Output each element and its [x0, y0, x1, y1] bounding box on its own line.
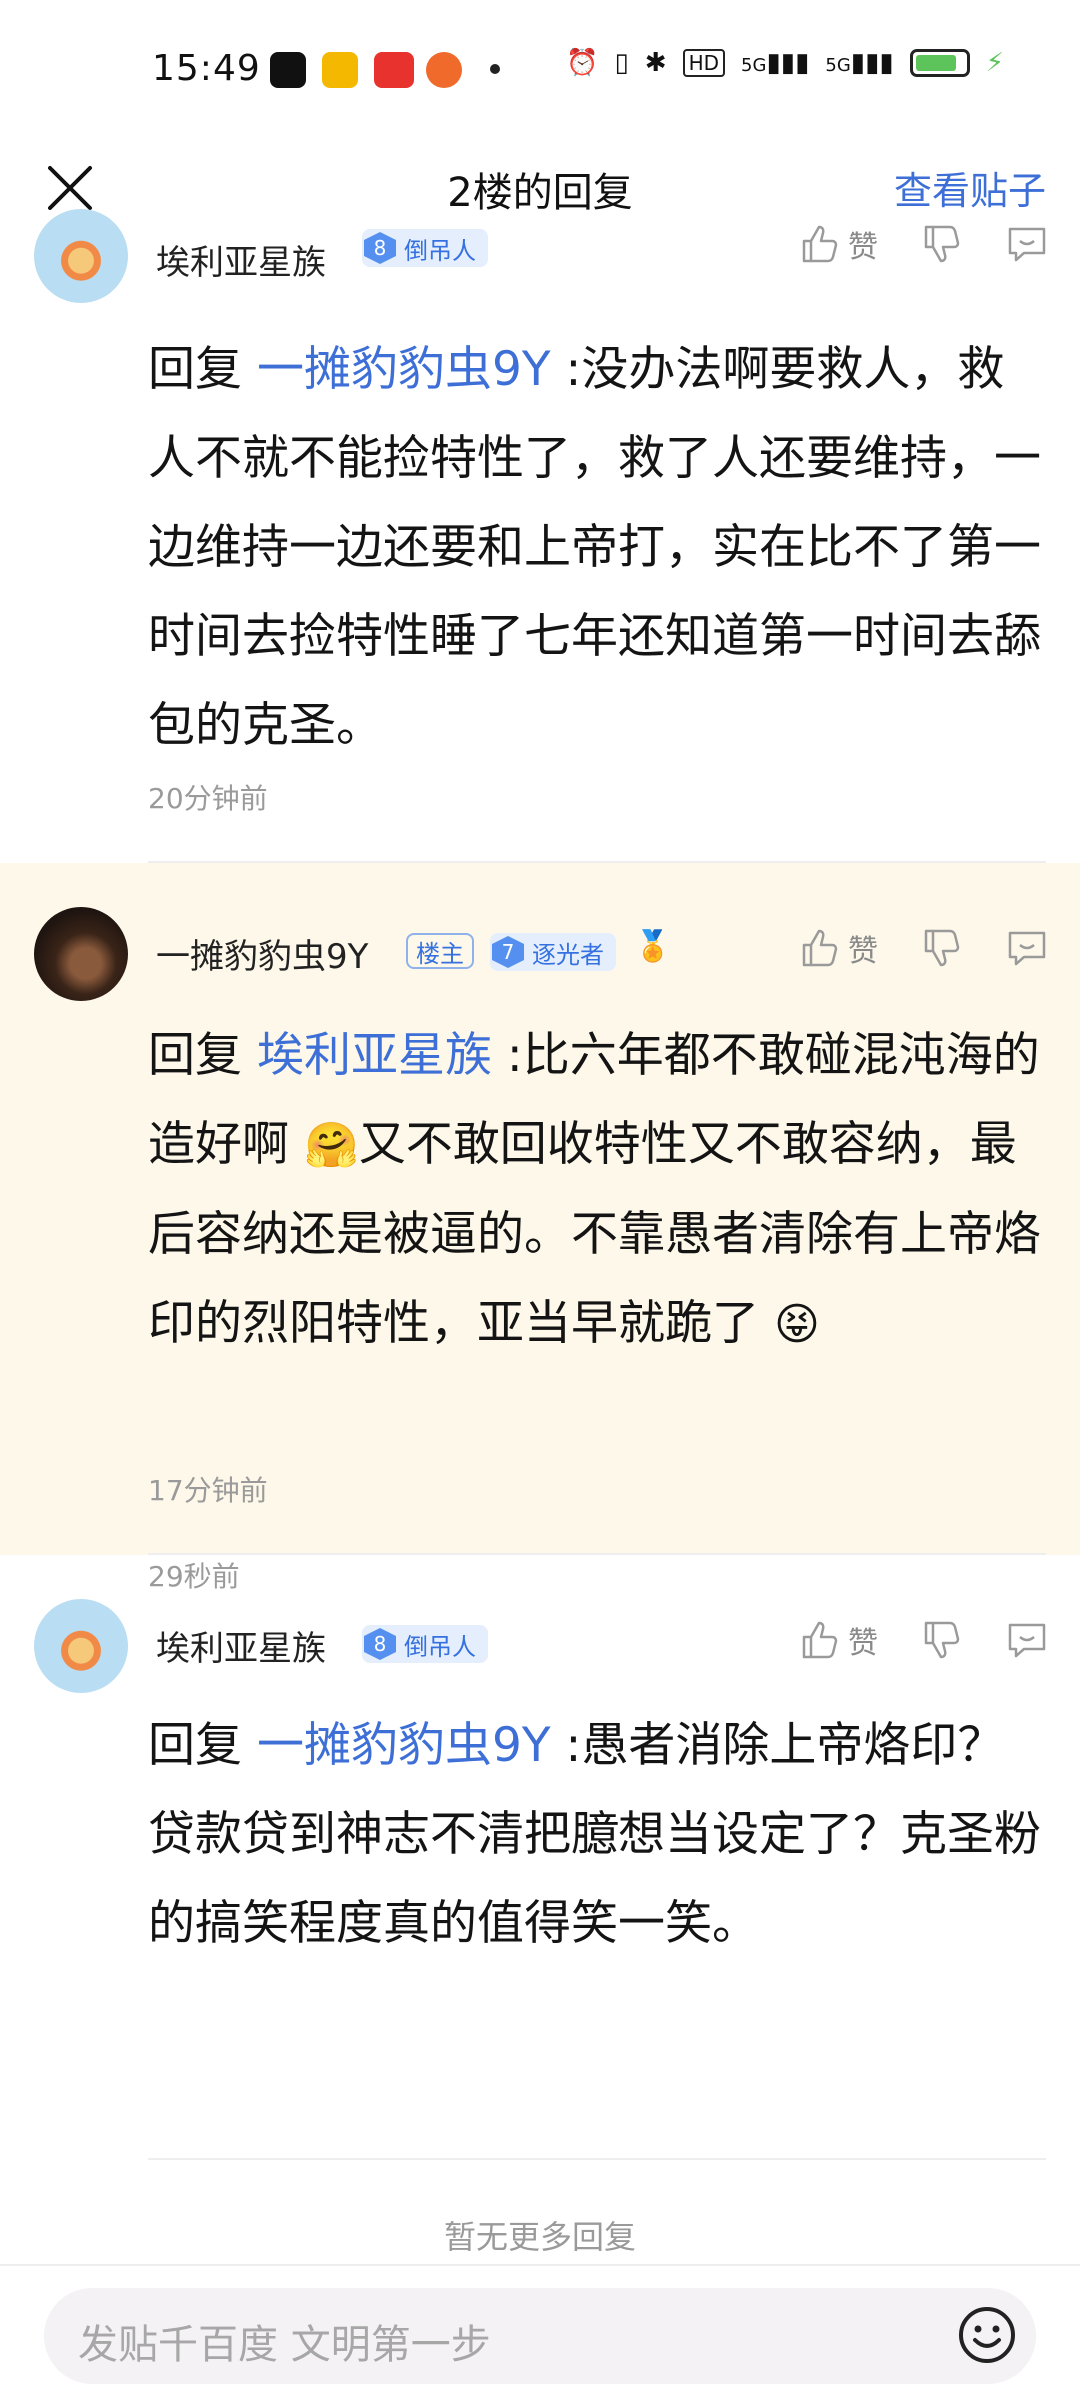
alarm-icon: ⏰ [566, 48, 599, 78]
reply-content: 回复 一摊豹豹虫9Y :没办法啊要救人，救人不就不能捡特性了，救了人还要维持，一… [148, 342, 1041, 753]
thumb-up-icon [802, 929, 838, 967]
status-time: 15:49 [152, 48, 261, 89]
reply-time: 29秒前 [148, 1560, 240, 1593]
thumb-down-icon [924, 225, 960, 263]
no-more-replies: 暂无更多回复 [443, 2218, 636, 2256]
level-badge: 7 逐光者 [490, 933, 616, 971]
reply-content: 回复 一摊豹豹虫9Y :愚者消除上帝烙印？贷款贷到神志不清把臆想当设定了？克圣粉… [148, 1718, 1041, 1951]
like-button[interactable]: 赞 [796, 221, 878, 267]
battery-icon [909, 49, 970, 77]
mention-link[interactable]: 一摊豹豹虫9Y [257, 1718, 551, 1773]
signal-icon-2: 5G▮▮▮ [825, 48, 894, 78]
avatar[interactable] [34, 209, 128, 303]
reply-item: 埃利亚星族 8 倒吊人 赞 回复 一摊豹豹虫9Y :愚者消除上帝烙印？贷款贷到神志… [0, 1555, 1080, 2160]
comment-icon [1008, 1623, 1046, 1658]
comment-button[interactable] [1004, 221, 1050, 267]
hd-icon: HD [682, 49, 726, 77]
reply-item: 埃利亚星族 8 倒吊人 赞 回复 一摊豹豹虫9Y :没办法啊要救人，救人不就不能捡… [0, 209, 1080, 863]
input-placeholder: 发贴千百度 文明第一步 [78, 2322, 491, 2368]
level-badge: 8 倒吊人 [362, 229, 488, 267]
charging-icon: ⚡ [985, 48, 1004, 78]
app-icon [426, 52, 462, 88]
like-button[interactable]: 赞 [796, 925, 878, 971]
reply-actions: 赞 [756, 221, 1050, 267]
avatar[interactable] [34, 1599, 128, 1693]
reply-item: 一摊豹豹虫9Y 楼主 7 逐光者 🏅 赞 回复 埃利亚星族 :比六年都不敢碰混沌海… [0, 863, 1080, 1555]
reply-time: 17分钟前 [148, 1474, 268, 1507]
bottom-bar: 发贴千百度 文明第一步 [0, 2264, 1080, 2402]
emoji-icon[interactable] [956, 2304, 1018, 2366]
username[interactable]: 埃利亚星族 [156, 235, 326, 284]
username[interactable]: 埃利亚星族 [156, 1621, 326, 1670]
thumb-up-icon [802, 1621, 838, 1659]
toutiao-icon [374, 52, 414, 88]
op-badge: 楼主 [406, 933, 474, 969]
bluetooth-icon: ✱ [644, 48, 667, 78]
status-bar: 15:49 ⏰ ▯ ✱ HD 5G▮▮▮ 5G▮▮▮ ⚡ [0, 0, 1080, 130]
reply-content: 回复 埃利亚星族 :比六年都不敢碰混沌海的造好啊 🤗又不敢回收特性又不敢容纳，最… [148, 1028, 1041, 1351]
thumb-up-icon [802, 225, 838, 263]
tiktok-icon [270, 52, 306, 88]
reply-actions: 赞 [756, 925, 1050, 971]
reply-input[interactable]: 发贴千百度 文明第一步 [44, 2288, 1036, 2384]
dislike-button[interactable] [918, 925, 964, 971]
vibrate-icon: ▯ [614, 48, 629, 78]
avatar[interactable] [34, 907, 128, 1001]
view-post-link[interactable]: 查看贴子 [894, 160, 1046, 215]
comment-icon [1008, 227, 1046, 262]
comment-button[interactable] [1004, 1617, 1050, 1663]
mention-link[interactable]: 埃利亚星族 [257, 1028, 492, 1083]
dislike-button[interactable] [918, 1617, 964, 1663]
username[interactable]: 一摊豹豹虫9Y [156, 929, 368, 978]
comment-button[interactable] [1004, 925, 1050, 971]
like-button[interactable]: 赞 [796, 1617, 878, 1663]
signal-icon-1: 5G▮▮▮ [741, 48, 810, 78]
mail-icon [322, 52, 358, 88]
reply-actions: 赞 [756, 1617, 1050, 1663]
divider [148, 2158, 1046, 2160]
status-right-icons: ⏰ ▯ ✱ HD 5G▮▮▮ 5G▮▮▮ ⚡ [566, 48, 1004, 78]
thumb-down-icon [924, 1621, 960, 1659]
reply-time: 20分钟前 [148, 782, 268, 815]
dot-icon [490, 64, 500, 74]
medal-icon: 🏅 [634, 929, 672, 964]
emoji-laugh-icon: 😝 [773, 1299, 820, 1350]
comment-icon [1008, 931, 1046, 966]
dislike-button[interactable] [918, 221, 964, 267]
level-badge: 8 倒吊人 [362, 1625, 488, 1663]
emoji-hug-icon: 🤗 [303, 1120, 359, 1171]
thumb-down-icon [924, 929, 960, 967]
mention-link[interactable]: 一摊豹豹虫9Y [257, 342, 551, 397]
